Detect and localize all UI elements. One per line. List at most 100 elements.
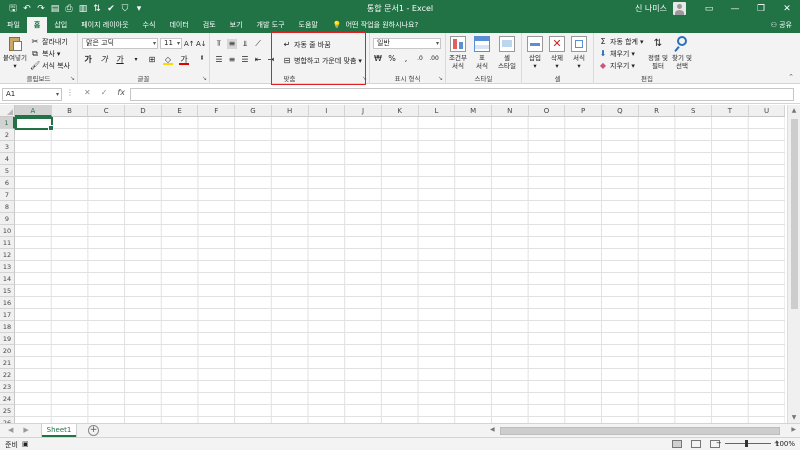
row-header[interactable]: 14 (0, 273, 15, 285)
share-button[interactable]: ⚇ 공유 (771, 17, 792, 33)
vertical-scroll-thumb[interactable] (791, 119, 798, 309)
fill-color-icon[interactable]: ◇ (163, 55, 173, 65)
align-bottom-icon[interactable]: ⫫ (240, 39, 250, 49)
find-select-button[interactable]: 찾기 및 선택 (672, 36, 692, 70)
row-header[interactable]: 17 (0, 309, 15, 321)
close-button[interactable]: ✕ (774, 0, 800, 17)
prev-sheet-icon[interactable]: ◀ (8, 426, 13, 434)
row-header[interactable]: 5 (0, 165, 15, 177)
new-icon[interactable]: ▤ (50, 4, 60, 14)
filter-icon[interactable]: ⛉ (120, 4, 130, 14)
clear-button[interactable]: ◆ 지우기 ▾ (598, 61, 635, 71)
next-sheet-icon[interactable]: ▶ (23, 426, 28, 434)
conditional-format-button[interactable]: 조건부 서식 (449, 36, 467, 70)
tab-page-layout[interactable]: 페이지 레이아웃 (74, 17, 135, 33)
format-cells-button[interactable]: 서식 ▾ (571, 36, 587, 70)
column-header[interactable]: T (712, 105, 749, 117)
column-header[interactable]: E (161, 105, 199, 117)
active-cell[interactable] (15, 117, 54, 131)
underline-button[interactable]: 가 (115, 55, 125, 65)
currency-icon[interactable]: ₩ (373, 54, 383, 64)
decrease-indent-icon[interactable]: ⇤ (253, 55, 263, 65)
normal-view-icon[interactable] (672, 440, 682, 448)
cell-styles-button[interactable]: 셀 스타일 (498, 36, 516, 70)
tab-file[interactable]: 파일 (0, 17, 27, 33)
row-header[interactable]: 1 (0, 117, 15, 129)
row-header[interactable]: 4 (0, 153, 15, 165)
merge-center-button[interactable]: ⊟ 병합하고 가운데 맞춤 ▾ (282, 56, 362, 66)
column-header[interactable]: L (418, 105, 456, 117)
autosum-button[interactable]: Σ 자동 합계 ▾ (598, 37, 643, 47)
format-painter-button[interactable]: 🖌 서식 복사 (30, 61, 70, 71)
dialog-launcher-icon[interactable]: ↘ (362, 75, 367, 82)
tab-developer[interactable]: 개발 도구 (250, 17, 292, 33)
cut-button[interactable]: ✂ 잘라내기 (30, 37, 68, 47)
row-header[interactable]: 8 (0, 201, 15, 213)
font-color-icon[interactable]: 가 (179, 55, 189, 65)
orientation-icon[interactable]: ⟋ (253, 39, 263, 49)
decrease-decimal-icon[interactable]: .00 (429, 54, 439, 64)
row-header[interactable]: 15 (0, 285, 15, 297)
scroll-up-icon[interactable]: ▲ (788, 107, 800, 114)
align-top-icon[interactable]: ⫪ (214, 39, 224, 49)
scroll-left-icon[interactable]: ◀ (490, 426, 495, 433)
column-header[interactable]: I (308, 105, 346, 117)
cell-area[interactable] (15, 117, 785, 423)
column-header[interactable]: O (528, 105, 566, 117)
row-header[interactable]: 11 (0, 237, 15, 249)
bold-button[interactable]: 가 (83, 55, 93, 65)
row-header[interactable]: 7 (0, 189, 15, 201)
row-header[interactable]: 25 (0, 405, 15, 417)
more-icon[interactable]: ▾ (134, 4, 144, 14)
scroll-down-icon[interactable]: ▼ (788, 414, 800, 421)
copy-button[interactable]: ⧉ 복사 ▾ (30, 49, 60, 59)
borders-icon[interactable]: ⊞ (147, 55, 157, 65)
decrease-font-icon[interactable]: A↓ (196, 39, 207, 49)
column-header[interactable]: Q (602, 105, 639, 117)
align-center-icon[interactable]: ≡ (227, 55, 237, 65)
tab-view[interactable]: 보기 (223, 17, 250, 33)
align-left-icon[interactable]: ☰ (214, 55, 224, 65)
check-icon[interactable]: ✔ (106, 4, 116, 14)
chart-icon[interactable]: ▥ (78, 4, 88, 14)
avatar[interactable] (673, 2, 686, 15)
align-middle-icon[interactable]: ≡ (227, 39, 237, 49)
increase-font-icon[interactable]: A↑ (184, 39, 195, 49)
redo-icon[interactable]: ↷ (36, 4, 46, 14)
column-header[interactable]: A (15, 105, 52, 117)
zoom-out-icon[interactable]: − (716, 439, 722, 447)
row-header[interactable]: 22 (0, 369, 15, 381)
horizontal-scroll-thumb[interactable] (500, 427, 780, 435)
dialog-launcher-icon[interactable]: ↘ (438, 75, 443, 82)
comma-button[interactable]: , (401, 54, 411, 64)
minimize-button[interactable]: — (722, 0, 748, 17)
sort-icon[interactable]: ⇅ (92, 4, 102, 14)
tab-help[interactable]: 도움말 (292, 17, 325, 33)
column-header[interactable]: D (125, 105, 162, 117)
row-header[interactable]: 24 (0, 393, 15, 405)
zoom-knob[interactable] (744, 439, 748, 447)
tab-review[interactable]: 검토 (196, 17, 223, 33)
row-header[interactable]: 21 (0, 357, 15, 369)
fill-button[interactable]: ⬇ 채우기 ▾ (598, 49, 635, 59)
dialog-launcher-icon[interactable]: ↘ (70, 75, 75, 82)
wrap-text-button[interactable]: ↵ 자동 줄 바꿈 (282, 40, 331, 50)
ribbon-display-icon[interactable]: ▭ (696, 0, 722, 17)
column-header[interactable]: G (235, 105, 272, 117)
column-header[interactable]: C (88, 105, 126, 117)
formula-input[interactable] (130, 88, 794, 101)
row-header[interactable]: 16 (0, 297, 15, 309)
column-header[interactable]: P (565, 105, 602, 117)
row-header[interactable]: 18 (0, 321, 15, 333)
increase-decimal-icon[interactable]: .0 (415, 54, 425, 64)
scroll-right-icon[interactable]: ▶ (791, 426, 796, 433)
insert-cells-button[interactable]: 삽입 ▾ (527, 36, 543, 70)
add-sheet-button[interactable]: + (88, 425, 99, 436)
increase-indent-icon[interactable]: ⇥ (266, 55, 276, 65)
underline-dropdown-icon[interactable]: ▾ (131, 55, 141, 65)
row-header[interactable]: 13 (0, 261, 15, 273)
tab-home[interactable]: 홈 (26, 17, 48, 33)
tab-data[interactable]: 데이터 (162, 17, 195, 33)
column-header[interactable]: H (271, 105, 309, 117)
row-header[interactable]: 6 (0, 177, 15, 189)
